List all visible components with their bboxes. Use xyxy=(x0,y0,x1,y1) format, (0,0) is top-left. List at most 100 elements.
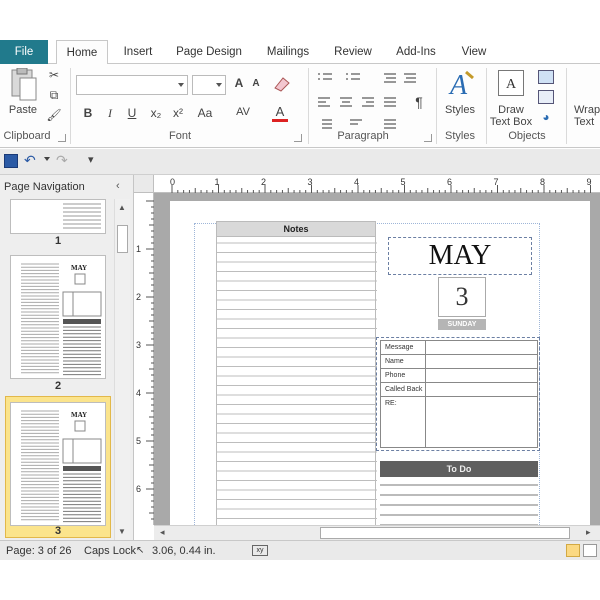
scroll-up-icon[interactable]: ▲ xyxy=(118,203,126,212)
ribbon-divider xyxy=(566,68,567,144)
ruler-number: 1 xyxy=(215,177,220,187)
paste-icon[interactable] xyxy=(8,67,38,102)
redo-icon[interactable]: ↷ xyxy=(56,152,72,168)
cut-icon[interactable]: ✂ xyxy=(46,68,62,84)
ruler-number: 8 xyxy=(540,177,545,187)
character-spacing-button[interactable]: AV xyxy=(232,106,254,118)
tab-mailings[interactable]: Mailings xyxy=(258,40,318,64)
todo-header: To Do xyxy=(380,461,538,477)
thumb-todo-header xyxy=(63,319,101,324)
font-launcher-icon[interactable] xyxy=(294,134,302,142)
notes-header: Notes xyxy=(216,221,376,237)
paragraph-controls xyxy=(316,70,422,130)
font-group-label: Font xyxy=(168,130,191,142)
tab-insert[interactable]: Insert xyxy=(114,40,162,64)
page-number-1: 1 xyxy=(54,235,62,247)
bold-button[interactable]: B xyxy=(82,106,94,120)
font-size-combo[interactable] xyxy=(192,75,226,95)
ribbon-divider xyxy=(70,68,71,144)
vertical-ruler[interactable]: 1 2 3 4 5 6 xyxy=(134,193,154,525)
two-page-view-icon[interactable] xyxy=(583,544,597,557)
quick-access-toolbar: ↶ ↷ ▾ xyxy=(0,149,600,175)
ruler-number: 5 xyxy=(136,436,141,446)
svg-text:A: A xyxy=(506,77,517,92)
shrink-font-button[interactable]: A xyxy=(250,78,262,89)
cursor-position: 3.06, 0.44 in. xyxy=(152,545,216,557)
wrap-text-button[interactable]: Wrap Text xyxy=(574,104,600,128)
ribbon-divider xyxy=(486,68,487,144)
superscript-button[interactable]: x² xyxy=(170,106,186,120)
page-thumbnail-3[interactable]: MAY xyxy=(10,402,106,526)
styles-icon[interactable]: A xyxy=(446,68,476,101)
ruler-number: 9 xyxy=(587,177,592,187)
customize-toolbar-icon[interactable]: ▾ xyxy=(88,153,98,167)
form-divider xyxy=(381,382,537,383)
form-label-called-back: Called Back xyxy=(385,386,423,393)
clipboard-launcher-icon[interactable] xyxy=(58,134,66,142)
grow-font-button[interactable]: A xyxy=(232,76,246,90)
single-page-view-icon[interactable] xyxy=(566,544,580,557)
paragraph-launcher-icon[interactable] xyxy=(424,134,432,142)
tab-review[interactable]: Review xyxy=(328,40,378,64)
ruler-corner xyxy=(134,175,154,193)
publication-page: Notes MAY 3 SUNDAY Message Name Phone Ca… xyxy=(170,201,590,525)
picture-icon[interactable] xyxy=(538,70,554,84)
page-thumbnail-1[interactable] xyxy=(10,199,106,234)
form-divider xyxy=(425,341,426,447)
thumb-day-box xyxy=(74,420,86,432)
font-color-button[interactable]: A xyxy=(272,104,288,122)
shapes-icon[interactable]: ◕ xyxy=(538,110,554,124)
show-paragraph-marks-button[interactable]: ¶ xyxy=(412,94,426,110)
undo-dropdown-icon[interactable] xyxy=(44,157,50,163)
tab-file[interactable]: File xyxy=(0,40,48,64)
italic-button[interactable]: I xyxy=(104,106,116,121)
thumb-message-form xyxy=(62,291,102,317)
ribbon-divider xyxy=(436,68,437,144)
scrollbar-thumb[interactable] xyxy=(117,225,128,253)
ruler-number: 6 xyxy=(136,484,141,494)
ruler-number: 6 xyxy=(447,177,452,187)
objects-group-label: Objects xyxy=(508,130,546,142)
styles-group-label: Styles xyxy=(445,130,475,142)
form-label-re: RE: xyxy=(385,400,397,407)
page-navigation-pane: Page Navigation ‹ 1 MAY 2 MAY 3 ▲ ▼ xyxy=(0,175,134,540)
horizontal-scrollbar-thumb[interactable] xyxy=(320,527,570,539)
scroll-left-icon[interactable]: ◂ xyxy=(160,527,165,538)
collapse-pane-icon[interactable]: ‹ xyxy=(116,180,120,192)
format-painter-icon[interactable]: 🖌 xyxy=(46,108,62,124)
horizontal-scrollbar[interactable]: ◂ ▸ xyxy=(154,525,600,540)
table-icon[interactable] xyxy=(538,90,554,104)
scroll-down-icon[interactable]: ▼ xyxy=(118,527,126,536)
page-navigation-scrollbar[interactable]: ▲ ▼ xyxy=(114,199,130,540)
undo-icon[interactable]: ↶ xyxy=(24,152,40,168)
styles-button[interactable]: Styles xyxy=(440,104,480,116)
horizontal-ruler[interactable]: 1 2 3 4 5 6 7 8 9 0 xyxy=(154,175,600,193)
underline-button[interactable]: U xyxy=(126,106,138,120)
ruler-number: 3 xyxy=(136,340,141,350)
thumb-month: MAY xyxy=(71,264,87,272)
subscript-button[interactable]: x₂ xyxy=(148,106,164,120)
message-form: Message Name Phone Called Back RE: xyxy=(380,340,538,448)
day-number: 3 xyxy=(438,277,486,317)
change-case-button[interactable]: Aa xyxy=(194,106,216,120)
tab-page-design[interactable]: Page Design xyxy=(170,40,248,64)
tab-home[interactable]: Home xyxy=(56,40,108,65)
page-indicator[interactable]: Page: 3 of 26 xyxy=(6,545,71,557)
draw-text-box-button[interactable]: Draw Text Box xyxy=(488,104,534,128)
form-label-name: Name xyxy=(385,358,404,365)
tab-view[interactable]: View xyxy=(452,40,496,64)
save-icon[interactable] xyxy=(4,154,18,168)
copy-icon[interactable]: ⧉ xyxy=(46,88,62,104)
paste-button[interactable]: Paste xyxy=(6,104,40,116)
draw-text-box-icon[interactable]: A xyxy=(498,70,524,96)
font-name-combo[interactable] xyxy=(76,75,188,95)
ruler-number: 5 xyxy=(401,177,406,187)
ruler-number: 1 xyxy=(136,244,141,254)
ruler-number: 7 xyxy=(494,177,499,187)
ribbon-tab-bar: File Home Insert Page Design Mailings Re… xyxy=(0,40,600,65)
tab-add-ins[interactable]: Add-Ins xyxy=(388,40,444,64)
scroll-right-icon[interactable]: ▸ xyxy=(586,527,591,538)
document-canvas[interactable]: Notes MAY 3 SUNDAY Message Name Phone Ca… xyxy=(154,193,600,525)
clear-formatting-icon[interactable] xyxy=(268,74,294,92)
page-thumbnail-2[interactable]: MAY xyxy=(10,255,106,379)
